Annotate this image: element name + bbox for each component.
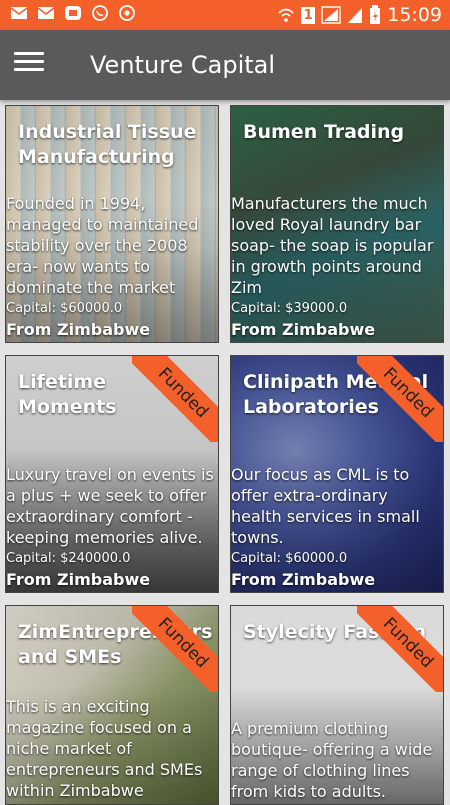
card-body: Luxury travel on events is a plus + we s…	[6, 464, 218, 592]
wifi-icon	[278, 8, 294, 22]
card-body: Our focus as CML is to offer extra-ordin…	[231, 464, 443, 592]
venture-card[interactable]: Clinipath Medical Laboratories Funded Ou…	[230, 355, 444, 593]
email-icon	[37, 7, 55, 19]
sim-slot-indicator: 1	[301, 6, 316, 24]
card-description: Founded in 1994, managed to maintained s…	[6, 194, 199, 297]
card-location: From Zimbabwe	[6, 570, 151, 589]
signal-icon	[348, 8, 363, 23]
card-description: This is an exciting magazine focused on …	[6, 697, 203, 800]
card-description: A premium clothing boutique- offering a …	[231, 719, 433, 801]
venture-card[interactable]: Lifetime Moments Funded Luxury travel on…	[5, 355, 219, 593]
card-capital: Capital: $60000.0	[231, 551, 348, 566]
card-capital: Capital: $39000.0	[231, 301, 348, 316]
clock: 15:09	[387, 4, 442, 26]
system-icons: 1 15:09	[277, 4, 442, 26]
venture-card[interactable]: ZimEntrepreneurs and SMEs Funded This is…	[5, 605, 219, 805]
venture-card[interactable]: Bumen Trading Manufacturers the much lov…	[230, 105, 444, 343]
notification-icons	[10, 5, 136, 21]
card-body: A premium clothing boutique- offering a …	[231, 718, 443, 804]
battery-icon	[370, 5, 381, 24]
app-bar: Venture Capital	[0, 30, 450, 100]
venture-card[interactable]: Stylecity Fashion Funded A premium cloth…	[230, 605, 444, 805]
card-body: This is an exciting magazine focused on …	[6, 696, 218, 803]
card-title: Industrial Tissue Manufacturing	[18, 121, 197, 168]
chat-app-icon	[65, 6, 81, 20]
card-title: ZimEntrepreneurs and SMEs	[18, 621, 213, 668]
card-location: From Zimbabwe	[231, 320, 376, 339]
card-capital: Capital: $240000.0	[6, 551, 131, 566]
card-description: Luxury travel on events is a plus + we s…	[6, 465, 214, 547]
card-title: Lifetime Moments	[18, 371, 117, 418]
card-location: From Zimbabwe	[6, 320, 151, 339]
card-body: Manufacturers the much loved Royal laund…	[231, 193, 443, 342]
card-description: Manufacturers the much loved Royal laund…	[231, 194, 434, 297]
card-body: Founded in 1994, managed to maintained s…	[6, 193, 218, 342]
email-icon	[10, 7, 28, 19]
card-title: Clinipath Medical Laboratories	[243, 371, 429, 418]
card-description: Our focus as CML is to offer extra-ordin…	[231, 465, 420, 547]
signal-icon	[321, 6, 341, 24]
whatsapp-icon	[92, 5, 108, 21]
hamburger-icon	[14, 52, 44, 55]
menu-button[interactable]	[14, 52, 44, 78]
venture-card[interactable]: Industrial Tissue Manufacturing Founded …	[5, 105, 219, 343]
card-title: Stylecity Fashion	[243, 621, 427, 643]
page-title: Venture Capital	[90, 51, 276, 79]
card-capital: Capital: $60000.0	[6, 301, 123, 316]
card-title: Bumen Trading	[243, 121, 405, 143]
chrome-icon	[119, 5, 135, 21]
card-location: From Zimbabwe	[231, 570, 376, 589]
status-bar: 1 15:09	[0, 0, 450, 30]
